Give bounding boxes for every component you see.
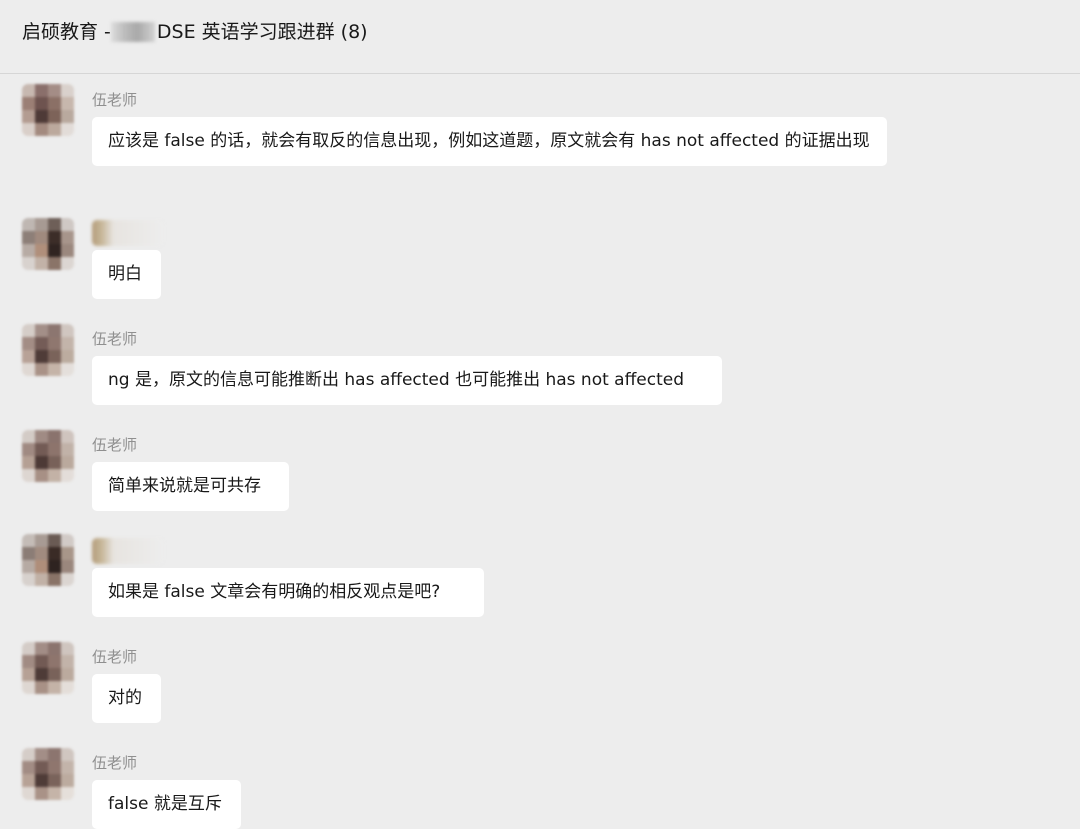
teacher-avatar[interactable] (22, 430, 74, 482)
redacted-name-block (110, 22, 155, 42)
sender-name: 伍老师 (92, 754, 138, 772)
message-bubble[interactable]: 明白 (92, 250, 161, 299)
teacher-avatar[interactable] (22, 324, 74, 376)
message-bubble[interactable]: ng 是，原文的信息可能推断出 has affected 也可能推出 has n… (92, 356, 722, 405)
chat-header: 启硕教育 - DSE 英语学习跟进群 (8) (0, 0, 1080, 74)
redacted-sender-name (92, 220, 164, 246)
student-avatar[interactable] (22, 218, 74, 270)
message-bubble[interactable]: 简单来说就是可共存 (92, 462, 289, 511)
sender-name: 伍老师 (92, 330, 138, 348)
sender-name: 伍老师 (92, 91, 138, 109)
chat-title: 启硕教育 - DSE 英语学习跟进群 (8) (22, 19, 368, 45)
message-bubble[interactable]: 对的 (92, 674, 161, 723)
teacher-avatar[interactable] (22, 748, 74, 800)
message-bubble[interactable]: 如果是 false 文章会有明确的相反观点是吧? (92, 568, 484, 617)
message-bubble[interactable]: 应该是 false 的话，就会有取反的信息出现，例如这道题，原文就会有 has … (92, 117, 887, 166)
chat-title-prefix: 启硕教育 - (22, 21, 111, 43)
sender-name: 伍老师 (92, 436, 138, 454)
redacted-sender-name (92, 538, 164, 564)
teacher-avatar[interactable] (22, 84, 74, 136)
chat-title-suffix: DSE 英语学习跟进群 (8) (156, 21, 368, 43)
sender-name: 伍老师 (92, 648, 138, 666)
teacher-avatar[interactable] (22, 642, 74, 694)
message-bubble[interactable]: false 就是互斥 (92, 780, 241, 829)
student-avatar[interactable] (22, 534, 74, 586)
